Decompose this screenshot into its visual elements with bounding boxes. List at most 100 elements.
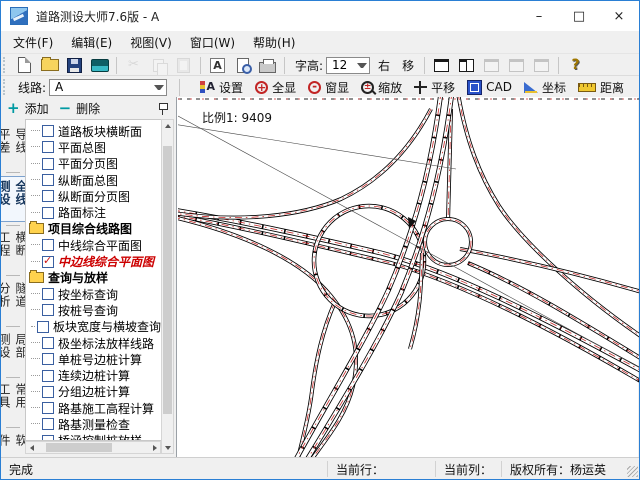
menu-help[interactable]: 帮助(H) xyxy=(244,32,304,53)
tree-item[interactable]: 道路板块横断面 xyxy=(26,123,161,139)
checkbox[interactable] xyxy=(42,386,54,398)
checkbox[interactable] xyxy=(42,337,54,349)
tree-item-label: 极坐标法放样线路 xyxy=(58,335,154,351)
delete-button[interactable]: 删除 xyxy=(76,100,100,117)
tree-item[interactable]: 中线综合平面图 xyxy=(26,237,161,253)
tree-item[interactable]: 平面总图 xyxy=(26,139,161,155)
chevron-down-icon xyxy=(357,63,367,68)
tree-item[interactable]: 按桩号查询 xyxy=(26,302,161,318)
tree-vertical-scrollbar[interactable] xyxy=(161,119,174,454)
scroll-up-arrow[interactable] xyxy=(162,120,173,131)
checkbox[interactable] xyxy=(42,288,54,300)
scroll-down-arrow[interactable] xyxy=(162,442,173,453)
east-lower-branch xyxy=(468,263,640,359)
menu-edit[interactable]: 编辑(E) xyxy=(62,32,121,53)
distance-button[interactable]: 距离 xyxy=(574,78,628,97)
menu-window[interactable]: 窗口(W) xyxy=(181,32,244,53)
checkbox[interactable] xyxy=(42,207,54,219)
tree-item[interactable]: 单桩号边桩计算 xyxy=(26,351,161,367)
drawing-canvas[interactable]: 比例1: 9409 xyxy=(176,97,638,457)
tree-item[interactable]: 纵断面分页图 xyxy=(26,188,161,204)
tree-item[interactable]: 平面分页图 xyxy=(26,156,161,172)
settings-button[interactable]: 设置 xyxy=(196,78,247,97)
tree-horizontal-scrollbar[interactable] xyxy=(25,441,161,454)
menu-view[interactable]: 视图(V) xyxy=(121,32,181,53)
tree-connector xyxy=(31,244,40,246)
scroll-right-arrow[interactable] xyxy=(149,442,160,453)
delete-icon: − xyxy=(59,102,72,114)
print-button[interactable] xyxy=(256,55,279,75)
cad-button[interactable]: CAD xyxy=(463,79,516,96)
pan-button[interactable]: 平移 xyxy=(410,78,459,97)
checkbox[interactable] xyxy=(42,239,54,251)
checkbox[interactable] xyxy=(42,256,54,268)
tree-item[interactable]: 桥涵控制桩放样 xyxy=(26,433,161,441)
tile-vertical-button[interactable] xyxy=(430,55,453,75)
font-style-button[interactable] xyxy=(206,55,229,75)
tree-item[interactable]: 连续边桩计算 xyxy=(26,367,161,383)
checkbox[interactable] xyxy=(42,174,54,186)
app-icon xyxy=(10,7,28,25)
tab-divider xyxy=(6,427,20,428)
checkbox[interactable] xyxy=(42,353,54,365)
checkbox[interactable] xyxy=(42,370,54,382)
tile-horizontal-button[interactable] xyxy=(455,55,478,75)
help-button[interactable] xyxy=(564,55,587,75)
tree-item[interactable]: 按坐标查询 xyxy=(26,286,161,302)
checkbox[interactable] xyxy=(42,190,54,202)
title-bar: 道路测设大师7.6版 - A – □ × xyxy=(1,1,639,31)
tree-item[interactable]: 分组边桩计算 xyxy=(26,384,161,400)
coordinates-button[interactable]: 坐标 xyxy=(520,78,570,97)
zoom-scale-button[interactable]: 缩放 xyxy=(357,78,406,97)
paste-button xyxy=(172,55,195,75)
new-file-button[interactable] xyxy=(13,55,36,75)
horizontal-scroll-thumb[interactable] xyxy=(46,443,112,452)
road-tool-button[interactable] xyxy=(88,55,111,75)
checkbox[interactable] xyxy=(42,158,54,170)
toolbar-grip xyxy=(3,57,9,73)
tree-item[interactable]: 路面标注 xyxy=(26,204,161,220)
tree-item[interactable]: 路基施工高程计算 xyxy=(26,400,161,416)
zoom-pm-icon xyxy=(361,81,374,94)
pin-icon[interactable] xyxy=(158,102,168,115)
tab-divider xyxy=(6,172,20,173)
save-file-button[interactable] xyxy=(63,55,86,75)
window-controls: – □ × xyxy=(519,1,639,31)
distance-icon xyxy=(578,83,596,92)
minimize-button[interactable]: – xyxy=(519,1,559,31)
tree-item[interactable]: 中边线综合平面图 xyxy=(26,253,161,269)
add-button[interactable]: 添加 xyxy=(25,100,49,117)
cut-icon xyxy=(127,58,140,72)
checkbox[interactable] xyxy=(42,418,54,430)
zoom-window-button[interactable]: 窗显 xyxy=(304,78,353,97)
tree-item[interactable]: 极坐标法放样线路 xyxy=(26,335,161,351)
tree-folder[interactable]: 项目综合线路图 xyxy=(26,221,161,237)
font-height-select[interactable]: 12 xyxy=(326,57,370,74)
maximize-button[interactable]: □ xyxy=(559,1,599,31)
checkbox[interactable] xyxy=(42,402,54,414)
right-button[interactable]: 右 xyxy=(372,56,396,75)
coordinates-label: 坐标 xyxy=(542,79,566,96)
zoom-all-button[interactable]: 全显 xyxy=(251,78,300,97)
checkbox[interactable] xyxy=(42,141,54,153)
route-select[interactable]: A xyxy=(49,79,167,96)
split-icon xyxy=(534,59,549,72)
tree-item[interactable]: 板块宽度与横坡查询 xyxy=(26,319,161,335)
open-file-button[interactable] xyxy=(38,55,61,75)
checkbox[interactable] xyxy=(42,125,54,137)
close-button[interactable]: × xyxy=(599,1,639,31)
tree-item[interactable]: 路基测量检查 xyxy=(26,416,161,432)
vertical-scroll-thumb[interactable] xyxy=(163,146,172,414)
add-icon: + xyxy=(7,102,20,114)
tree-item[interactable]: 纵断面总图 xyxy=(26,172,161,188)
print-preview-button[interactable] xyxy=(231,55,254,75)
checkbox[interactable] xyxy=(37,321,49,333)
scroll-left-arrow[interactable] xyxy=(26,442,37,453)
nw-ramp xyxy=(178,109,431,218)
menu-file[interactable]: 文件(F) xyxy=(4,32,62,53)
split-button xyxy=(530,55,553,75)
tree-folder[interactable]: 查询与放样 xyxy=(26,270,161,286)
move-button[interactable]: 移 xyxy=(396,56,420,75)
tab-divider xyxy=(6,377,20,378)
checkbox[interactable] xyxy=(42,304,54,316)
